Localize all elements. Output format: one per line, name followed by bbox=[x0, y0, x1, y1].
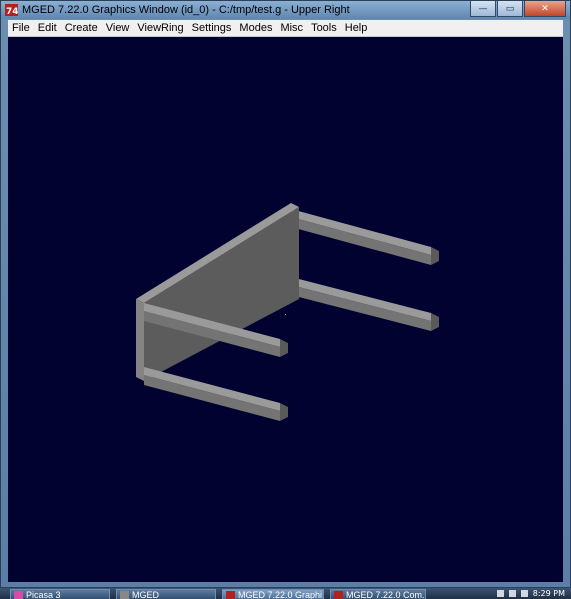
front-leg-lower bbox=[144, 367, 288, 421]
menu-tools[interactable]: Tools bbox=[307, 20, 341, 36]
menu-bar: File Edit Create View ViewRing Settings … bbox=[8, 20, 563, 37]
taskbar-button-picasa[interactable]: Picasa 3 bbox=[10, 589, 110, 599]
menu-modes[interactable]: Modes bbox=[235, 20, 276, 36]
tray-volume-icon[interactable] bbox=[508, 590, 516, 597]
menu-view[interactable]: View bbox=[102, 20, 134, 36]
mged-graphics-window: 74 MGED 7.22.0 Graphics Window (id_0) - … bbox=[0, 0, 571, 588]
menu-file[interactable]: File bbox=[8, 20, 34, 36]
taskbar-label: Picasa 3 bbox=[26, 589, 61, 599]
taskbar-button-mged-command[interactable]: MGED 7.22.0 Com... bbox=[330, 589, 426, 599]
menu-create[interactable]: Create bbox=[61, 20, 102, 36]
svg-text:74: 74 bbox=[6, 7, 18, 16]
minimize-button[interactable]: — bbox=[470, 1, 496, 17]
graphics-viewport[interactable] bbox=[8, 37, 563, 582]
menu-help[interactable]: Help bbox=[341, 20, 372, 36]
mged-icon bbox=[120, 590, 129, 599]
windows-taskbar: Picasa 3 MGED MGED 7.22.0 Graphi... MGED… bbox=[0, 588, 571, 599]
back-leg-upper bbox=[291, 209, 439, 265]
mged-icon bbox=[334, 590, 343, 599]
taskbar-label: MGED bbox=[132, 589, 159, 599]
tray-power-icon[interactable] bbox=[520, 590, 528, 597]
menu-misc[interactable]: Misc bbox=[276, 20, 307, 36]
taskbar-label: MGED 7.22.0 Graphi... bbox=[238, 589, 324, 599]
menu-settings[interactable]: Settings bbox=[188, 20, 236, 36]
mged-icon bbox=[226, 590, 235, 599]
clock[interactable]: 8:29 PM bbox=[533, 589, 565, 598]
back-leg-lower bbox=[291, 277, 439, 331]
window-controls: — ▭ ✕ bbox=[470, 1, 566, 19]
mged-app-icon[interactable]: 74 bbox=[4, 3, 18, 17]
system-tray: 8:29 PM bbox=[431, 588, 571, 599]
menu-edit[interactable]: Edit bbox=[34, 20, 61, 36]
view-center-marker bbox=[285, 314, 286, 315]
taskbar-button-mged[interactable]: MGED bbox=[116, 589, 216, 599]
window-title: MGED 7.22.0 Graphics Window (id_0) - C:/… bbox=[22, 4, 350, 16]
menu-viewring[interactable]: ViewRing bbox=[133, 20, 187, 36]
title-bar[interactable]: 74 MGED 7.22.0 Graphics Window (id_0) - … bbox=[1, 1, 570, 19]
table-model-render bbox=[136, 203, 439, 421]
taskbar-label: MGED 7.22.0 Com... bbox=[346, 589, 426, 599]
taskbar-button-mged-graphics[interactable]: MGED 7.22.0 Graphi... bbox=[222, 589, 324, 599]
picasa-icon bbox=[14, 590, 23, 599]
close-button[interactable]: ✕ bbox=[524, 1, 566, 17]
maximize-button[interactable]: ▭ bbox=[497, 1, 523, 17]
tray-network-icon[interactable] bbox=[496, 590, 504, 597]
